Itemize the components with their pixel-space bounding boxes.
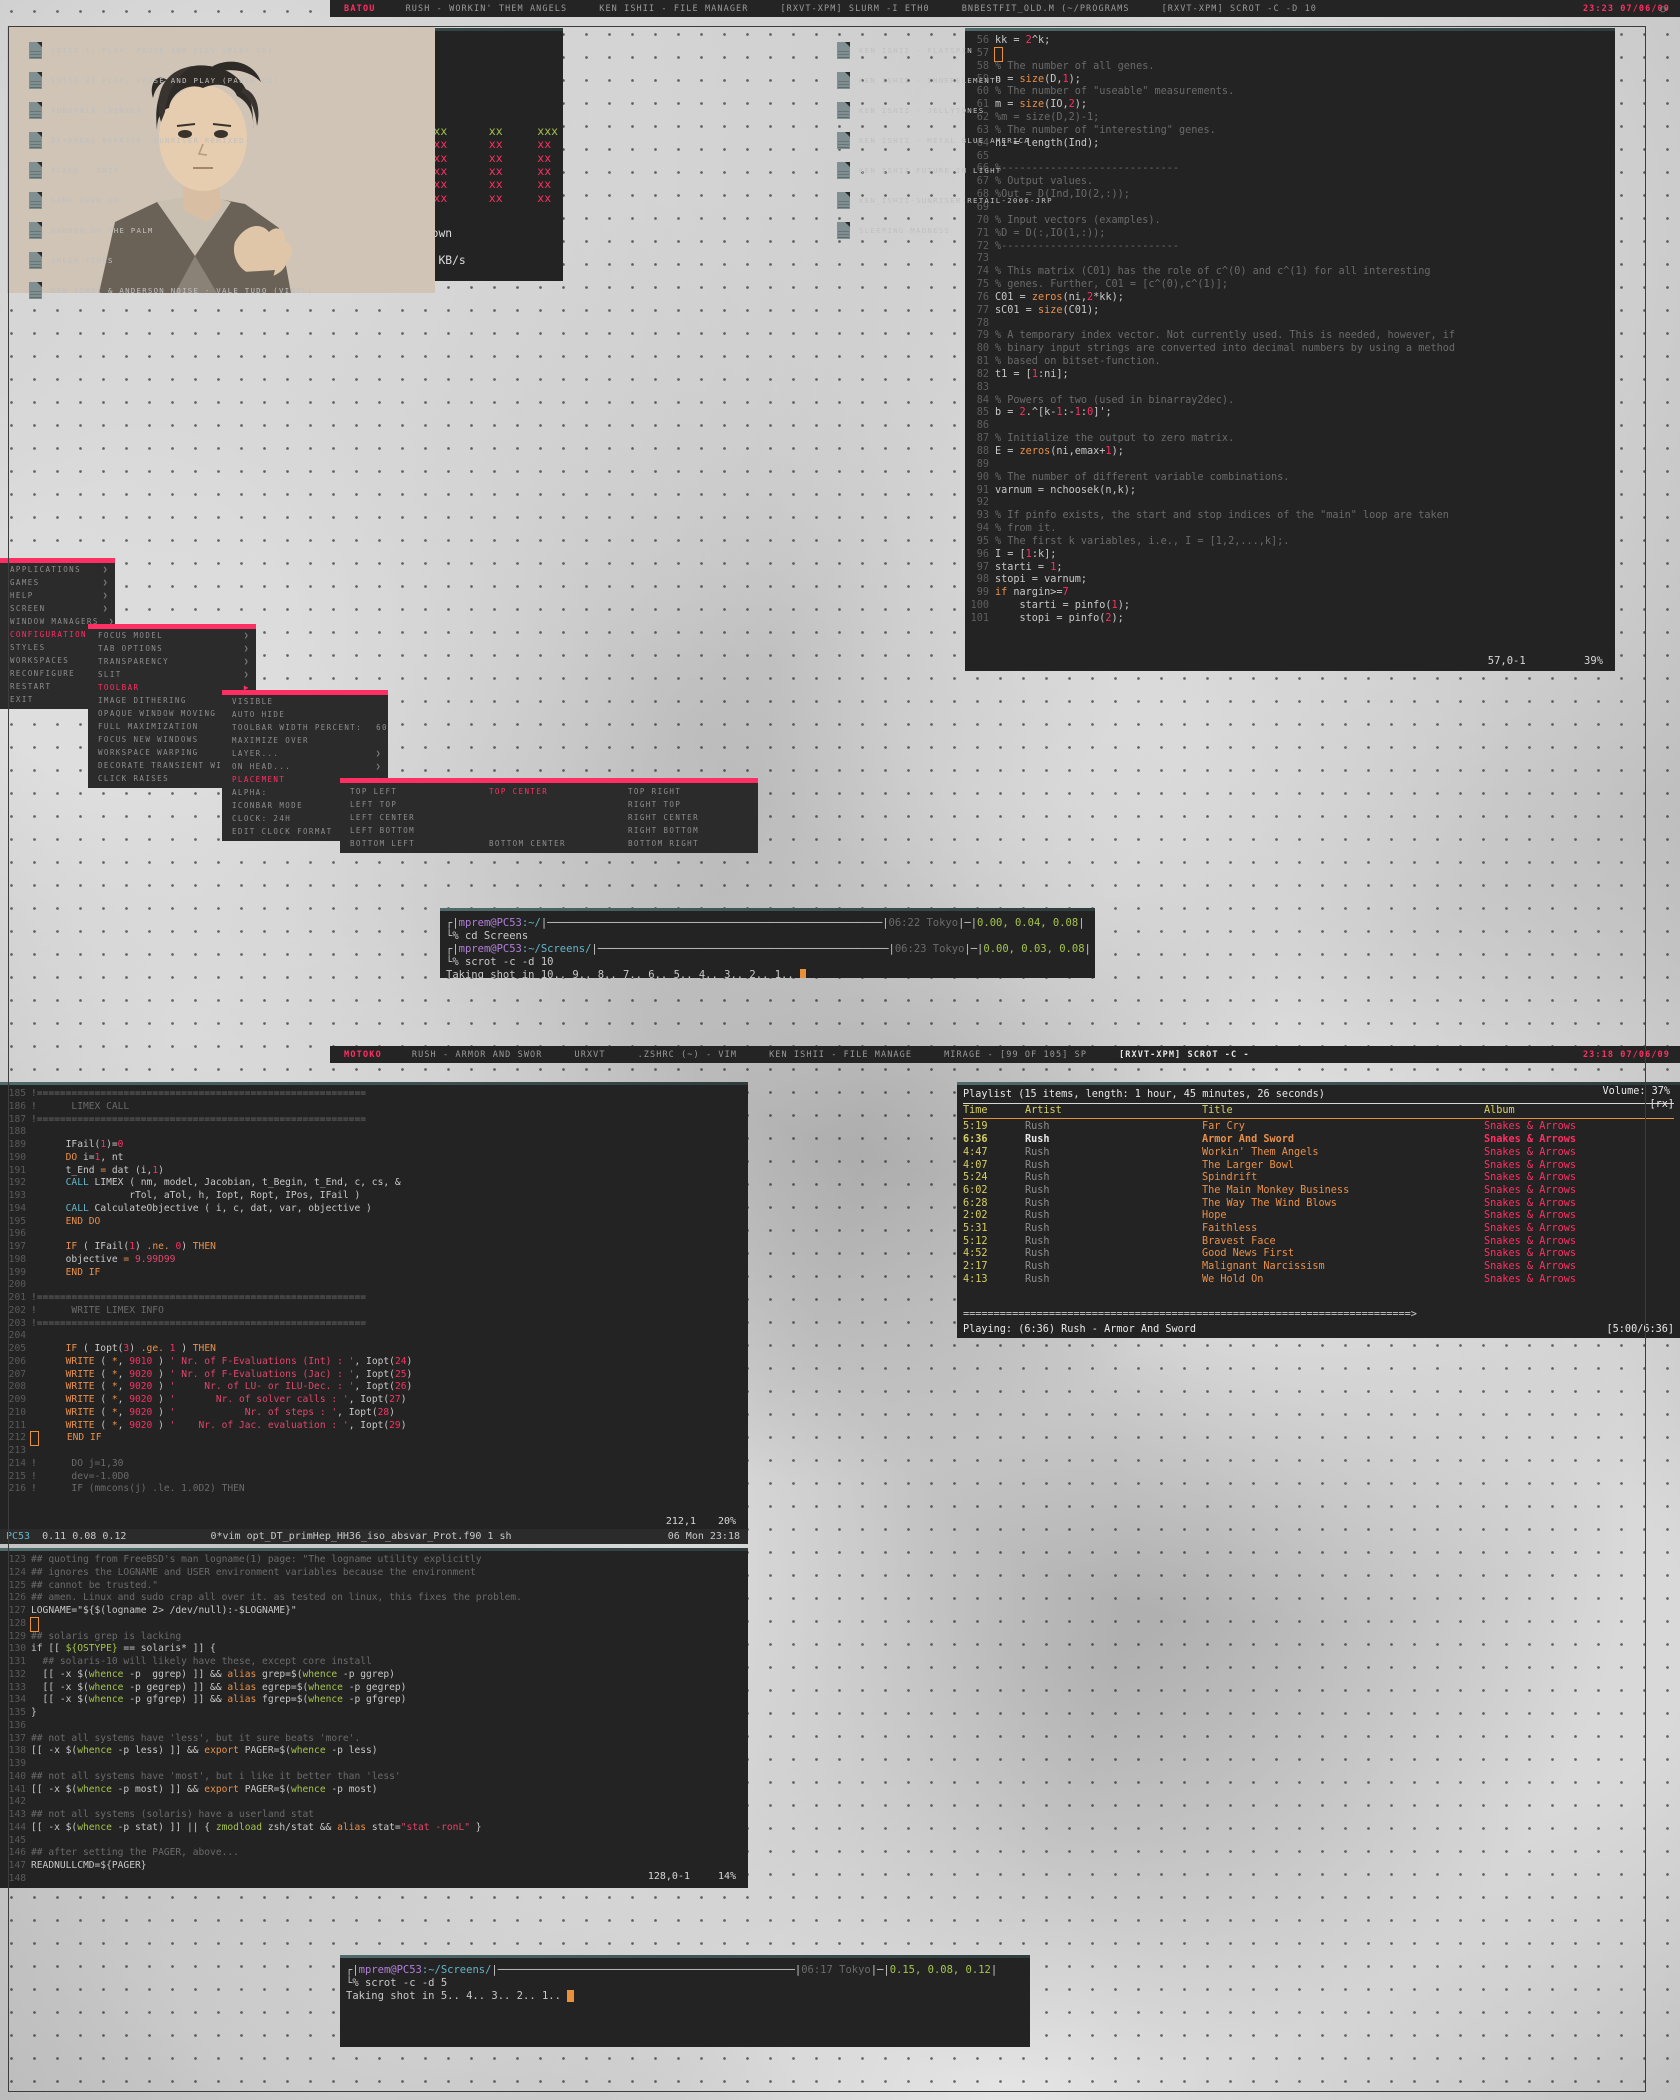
- file-item-label: GARDEN ON THE PALM: [51, 225, 154, 235]
- folder-icon: [29, 41, 42, 59]
- folder-icon: [837, 101, 850, 119]
- reload-icon[interactable]: ⟳: [1660, 5, 1668, 16]
- file-item-label: KEN ISHII - FLATSPIN: [859, 45, 973, 55]
- folder-icon: [29, 281, 42, 299]
- file-manager-window[interactable]: FILE EDIT VIEW GO HELP ⟳ [DISC 1] PLAY, …: [0, 5, 1668, 2092]
- folder-icon: [837, 41, 850, 59]
- prompt-load: 0.15, 0.08, 0.12: [889, 1964, 991, 1976]
- file-item-label: KEN ISHII - JELLYTONES: [859, 105, 985, 115]
- toolbar-top[interactable]: BATOU RUSH - WORKIN' THEM ANGELS KEN ISH…: [330, 0, 1680, 17]
- file-item-label: [DISC 2] PLAY, PAUSE AND PLAY (PAUSE CD): [51, 75, 279, 85]
- file-item[interactable]: SLEEPING MADNESS: [823, 215, 1631, 245]
- terminal-cursor: [567, 1990, 574, 2002]
- file-item-label: GREEN TIMES: [51, 255, 114, 265]
- file-item-label: DAYBREAK REPRISE -SUNRISER REMIXED-: [51, 135, 251, 145]
- file-item[interactable]: [DISC 2] PLAY, PAUSE AND PLAY (PAUSE CD): [15, 65, 823, 95]
- file-grid: [DISC 1] PLAY, PAUSE AND PLAY (PLAY CD) […: [15, 35, 1639, 305]
- terminal-line-cmd: └% scrot -c -d 5: [346, 1977, 448, 1989]
- folder-icon: [29, 251, 42, 269]
- file-item[interactable]: GARDEN ON THE PALM: [15, 215, 823, 245]
- prompt-time: 06:17 Tokyo: [801, 1964, 871, 1976]
- scrot-countdown: Taking shot in 5.. 4.. 3.. 2.. 1..: [346, 1990, 568, 2002]
- prompt-user: mprem@PC53: [358, 1964, 422, 1976]
- file-item[interactable]: KEN_ISHII-SUNRISER-RETAIL-2006-JRP: [823, 185, 1631, 215]
- folder-icon: [837, 131, 850, 149]
- file-item-label: KEN ISHII & ANDERSON NOISE - VALE TUDO (…: [51, 285, 314, 295]
- folder-icon: [29, 191, 42, 209]
- file-item-label: [DISC 1] PLAY, PAUSE AND PLAY (PLAY CD): [51, 45, 274, 55]
- file-item[interactable]: KEN ISHII - INNERELEMENTS: [823, 65, 1631, 95]
- file-item[interactable]: GREEN TIMES: [15, 245, 823, 275]
- file-item[interactable]: KEN ISHII - METAL BLUE AMERICA: [823, 125, 1631, 155]
- file-item-label: KEN ISHII - METAL BLUE AMERICA: [859, 135, 1030, 145]
- file-item[interactable]: KEN ISHII FUTURE IN LIGHT: [823, 155, 1631, 185]
- file-list-panel[interactable]: [DISC 1] PLAY, PAUSE AND PLAY (PLAY CD) […: [8, 26, 1646, 2092]
- terminal-output: Taking shot in 5.. 4.. 3.. 2.. 1..: [346, 1990, 1030, 2003]
- file-item[interactable]: FLARE - GRIP: [15, 155, 823, 185]
- file-item-label: FLARE - GRIP: [51, 165, 120, 175]
- folder-icon: [29, 131, 42, 149]
- folder-icon: [837, 191, 850, 209]
- taskbar-item[interactable]: KEN ISHII - FILE MANAGER: [583, 4, 764, 14]
- file-column-right[interactable]: KEN ISHII - FLATSPIN KEN ISHII - INNERELE…: [823, 35, 1631, 305]
- taskbar-item[interactable]: [RXVT-XPM] SCROT -C -D 10: [1146, 4, 1333, 14]
- file-item[interactable]: [DISC 1] PLAY, PAUSE AND PLAY (PLAY CD): [15, 35, 823, 65]
- taskbar-item[interactable]: [RXVT-XPM] SLURM -I ETH0: [764, 4, 945, 14]
- folder-icon: [29, 161, 42, 179]
- file-item-label: AUBURNIA (VINYL): [51, 105, 143, 115]
- terminal-command: scrot -c -d 5: [364, 1977, 448, 1989]
- file-item-label: KEN ISHII - INNERELEMENTS: [859, 75, 1002, 85]
- taskbar-item[interactable]: RUSH - WORKIN' THEM ANGELS: [390, 4, 584, 14]
- file-item[interactable]: DAYBREAK REPRISE -SUNRISER REMIXED-: [15, 125, 823, 155]
- folder-icon: [29, 101, 42, 119]
- file-item-label: GAME OVER EP: [51, 195, 120, 205]
- file-item[interactable]: KEN ISHII & ANDERSON NOISE - VALE TUDO (…: [15, 275, 823, 305]
- file-item-label: KEN ISHII FUTURE IN LIGHT: [859, 165, 1002, 175]
- rx-tag: [rx]: [1649, 1099, 1674, 1110]
- folder-icon: [837, 161, 850, 179]
- folder-icon: [837, 221, 850, 239]
- folder-icon: [837, 71, 850, 89]
- terminal-line-prompt: ┌|mprem@PC53:~/Screens/|────────────────…: [346, 1964, 998, 1976]
- file-item[interactable]: AUBURNIA (VINYL): [15, 95, 823, 125]
- file-item-label: SLEEPING MADNESS: [859, 225, 951, 235]
- file-item-label: KEN_ISHII-SUNRISER-RETAIL-2006-JRP: [859, 195, 1053, 205]
- file-item[interactable]: KEN ISHII - JELLYTONES: [823, 95, 1631, 125]
- terminal-scrot-5[interactable]: ┌|mprem@PC53:~/Screens/|────────────────…: [340, 1955, 1030, 2047]
- taskbar-item[interactable]: BNBESTFIT_OLD.M (~/PROGRAMS: [946, 4, 1146, 14]
- workspace-name-top[interactable]: BATOU: [330, 4, 390, 14]
- terminal-body[interactable]: ┌|mprem@PC53:~/Screens/|────────────────…: [340, 1958, 1030, 2003]
- folder-icon: [29, 71, 42, 89]
- folder-icon: [29, 221, 42, 239]
- prompt-path: :~/Screens/: [421, 1964, 492, 1976]
- file-item[interactable]: GAME OVER EP: [15, 185, 823, 215]
- file-item[interactable]: KEN ISHII - FLATSPIN: [823, 35, 1631, 65]
- file-column-left[interactable]: [DISC 1] PLAY, PAUSE AND PLAY (PLAY CD) […: [15, 35, 823, 305]
